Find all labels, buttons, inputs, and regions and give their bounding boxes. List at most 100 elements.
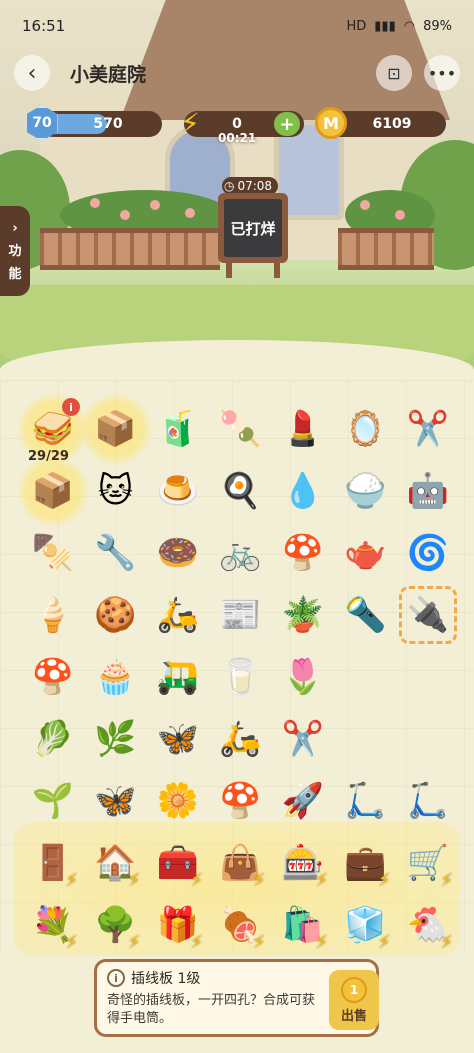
board-item-kettle[interactable]: 🫖 <box>337 524 395 582</box>
board-item-frying-pan[interactable]: 🍳 <box>212 462 270 520</box>
board-item-power-strip[interactable]: 🔌 <box>399 586 457 644</box>
board-item-purple-mushrooms[interactable]: 🍄 <box>24 648 82 706</box>
board-item-blue-butterfly[interactable]: 🦋 <box>149 710 207 768</box>
board-item-lettuce[interactable]: 🥬 <box>24 710 82 768</box>
board-item-pudding[interactable]: 🍮 <box>149 462 207 520</box>
board-item-bicycle[interactable]: 🚲 <box>212 524 270 582</box>
board-item-kick-scooter[interactable]: 🛴 <box>337 772 395 830</box>
rose <box>90 198 100 208</box>
rocket-token-icon: 🚀 <box>281 781 325 821</box>
macaron-icon: 🍪 <box>94 595 137 635</box>
board-item-lipstick[interactable]: 💄 <box>274 400 332 458</box>
shop-timer-value: 07:08 <box>237 179 273 193</box>
board-item-wardrobe-generator[interactable]: 🚪 ⚡ <box>24 834 82 892</box>
board-item-donut[interactable]: 🍩 <box>149 524 207 582</box>
board-item-water-drop[interactable]: 💧 <box>274 462 332 520</box>
board-item-claw-machine-generator[interactable]: 🎰 ⚡ <box>274 834 332 892</box>
board-item-toolbox-generator[interactable]: 🧰 ⚡ <box>149 834 207 892</box>
board-item-tree-generator[interactable]: 🌳 ⚡ <box>87 896 145 954</box>
energy-bolt-icon: ⚡ <box>252 870 266 891</box>
coin-icon: M <box>315 107 347 139</box>
network-label: HD <box>346 18 367 34</box>
board-item-purple-mushroom-cluster[interactable]: 🍄 <box>212 772 270 830</box>
board-item-kick-scooter-2[interactable]: 🛴 <box>399 772 457 830</box>
energy-bolt-icon: ⚡ <box>65 932 78 953</box>
board-item-pink-chest-generator[interactable]: 🎁 ⚡ <box>149 896 207 954</box>
ice-cream-bar-icon: 🍦 <box>31 595 75 635</box>
board-item-rocket-token[interactable]: 🚀 <box>274 772 332 830</box>
robot-vacuum-icon: 🤖 <box>406 471 450 511</box>
milk-bottles-icon: 🥛 <box>219 657 262 697</box>
side-tab-label-2: 能 <box>8 266 22 282</box>
function-side-tab[interactable]: › 功 能 <box>0 206 30 296</box>
board-item-chard[interactable]: 🌿 <box>87 710 145 768</box>
board-item-treasure-chest-generator[interactable]: 💼 ⚡ <box>337 834 395 892</box>
board-item-vending-machine-generator[interactable]: 🧊 ⚡ <box>337 896 395 954</box>
board-item-grill-generator[interactable]: 🍖 ⚡ <box>212 896 270 954</box>
power-strip-icon: 🔌 <box>406 595 450 635</box>
board-item-greenhouse-generator[interactable]: 🏠 ⚡ <box>87 834 145 892</box>
board-item-cart-generator[interactable]: 🛒 ⚡ <box>399 834 457 892</box>
board-item-milk-bottles[interactable]: 🥛 <box>212 648 270 706</box>
board-item-rice-cooker[interactable]: 🍚 <box>337 462 395 520</box>
board-item-tulip-bouquet[interactable]: 🌷 <box>274 648 332 706</box>
scooter-icon: 🛵 <box>156 595 200 635</box>
cotton-flower-icon: 🌼 <box>156 781 200 821</box>
energy-value: 0 <box>232 116 242 132</box>
board-item-mirror[interactable]: 🪞 <box>337 400 395 458</box>
board-item-orange-juice[interactable]: 🧃 <box>149 400 207 458</box>
blue-butterfly-icon: 🦋 <box>156 719 200 759</box>
board-item-macaron[interactable]: 🍪 <box>87 586 145 644</box>
battery-text: 89% <box>423 18 452 34</box>
board-item-shopping-cart-generator[interactable]: 🛍️ ⚡ <box>274 896 332 954</box>
board-item-ice-pop[interactable]: 🍡 <box>212 400 270 458</box>
board-item-newspaper[interactable]: 📰 <box>212 586 270 644</box>
leaf-sprout-icon: 🌱 <box>31 781 75 821</box>
board-item-cotton-flower[interactable]: 🌼 <box>149 772 207 830</box>
energy-bolt-icon: ⚡ <box>127 870 141 891</box>
board-item-potted-plant[interactable]: 🪴 <box>274 586 332 644</box>
board-item-white-butterfly[interactable]: 🦋 <box>87 772 145 830</box>
board-item-flashlight[interactable]: 🔦 <box>337 586 395 644</box>
board-item-robot-vacuum[interactable]: 🤖 <box>399 462 457 520</box>
desk-fan-icon: 🌀 <box>406 533 450 573</box>
more-button[interactable]: ••• <box>424 55 460 91</box>
board-item-scooter[interactable]: 🛵 <box>149 586 207 644</box>
board-item-leaf-sprout[interactable]: 🌱 <box>24 772 82 830</box>
board-item-cardboard-box[interactable]: 📦 <box>80 394 151 464</box>
back-button[interactable]: ‹ <box>14 55 50 91</box>
bicycle-icon: 🚲 <box>219 533 262 573</box>
shop-sign[interactable]: 已打烊 <box>218 193 288 263</box>
board-item-kebab[interactable]: 🍢 <box>24 524 82 582</box>
board-item-hair-dryer[interactable]: 🔧 <box>87 524 145 582</box>
sell-button[interactable]: 1 出售 <box>329 970 379 1030</box>
board-item-cupcake[interactable]: 🧁 <box>87 648 145 706</box>
bookmark-button[interactable]: ⊡ <box>376 55 412 91</box>
chevron-right-icon: › <box>12 220 18 236</box>
eyelash-curler-icon: ✂️ <box>406 409 450 449</box>
board-item-scissors-token[interactable]: ✂️ <box>274 710 332 768</box>
board-item-mushroom[interactable]: 🍄 <box>274 524 332 582</box>
info-icon[interactable]: i <box>107 969 125 987</box>
wifi-icon: ◠ <box>403 18 416 34</box>
board-item-eyelash-curler[interactable]: ✂️ <box>399 400 457 458</box>
board-item-handbag-generator[interactable]: 👜 ⚡ <box>212 834 270 892</box>
board-item-tuk-tuk[interactable]: 🛺 <box>149 648 207 706</box>
rice-cooker-icon: 🍚 <box>344 471 387 511</box>
add-energy-button[interactable]: + <box>274 112 300 136</box>
rose <box>185 208 195 218</box>
energy-bolt-icon: ⚡ <box>440 870 453 891</box>
clock-icon: ◷ <box>224 179 235 193</box>
board-item-red-scooter[interactable]: 🛵 <box>212 710 270 768</box>
sandwich-box-icon: 🥪 <box>31 409 75 449</box>
board-item-flower-stand-generator[interactable]: 💐 ⚡ <box>24 896 82 954</box>
board-item-cardboard-box-2[interactable]: 📦 <box>18 456 88 526</box>
board-item-cat-bag[interactable]: 🐱 <box>87 462 145 520</box>
mirror-icon: 🪞 <box>344 409 387 449</box>
board-item-desk-fan[interactable]: 🌀 <box>399 524 457 582</box>
board-item-chicken-generator[interactable]: 🐔 ⚡ <box>399 896 457 954</box>
energy-bolt-icon: ⚡ <box>65 870 78 891</box>
mushroom-icon: 🍄 <box>281 533 325 573</box>
status-time: 16:51 <box>22 17 66 35</box>
board-item-ice-cream-bar[interactable]: 🍦 <box>24 586 82 644</box>
